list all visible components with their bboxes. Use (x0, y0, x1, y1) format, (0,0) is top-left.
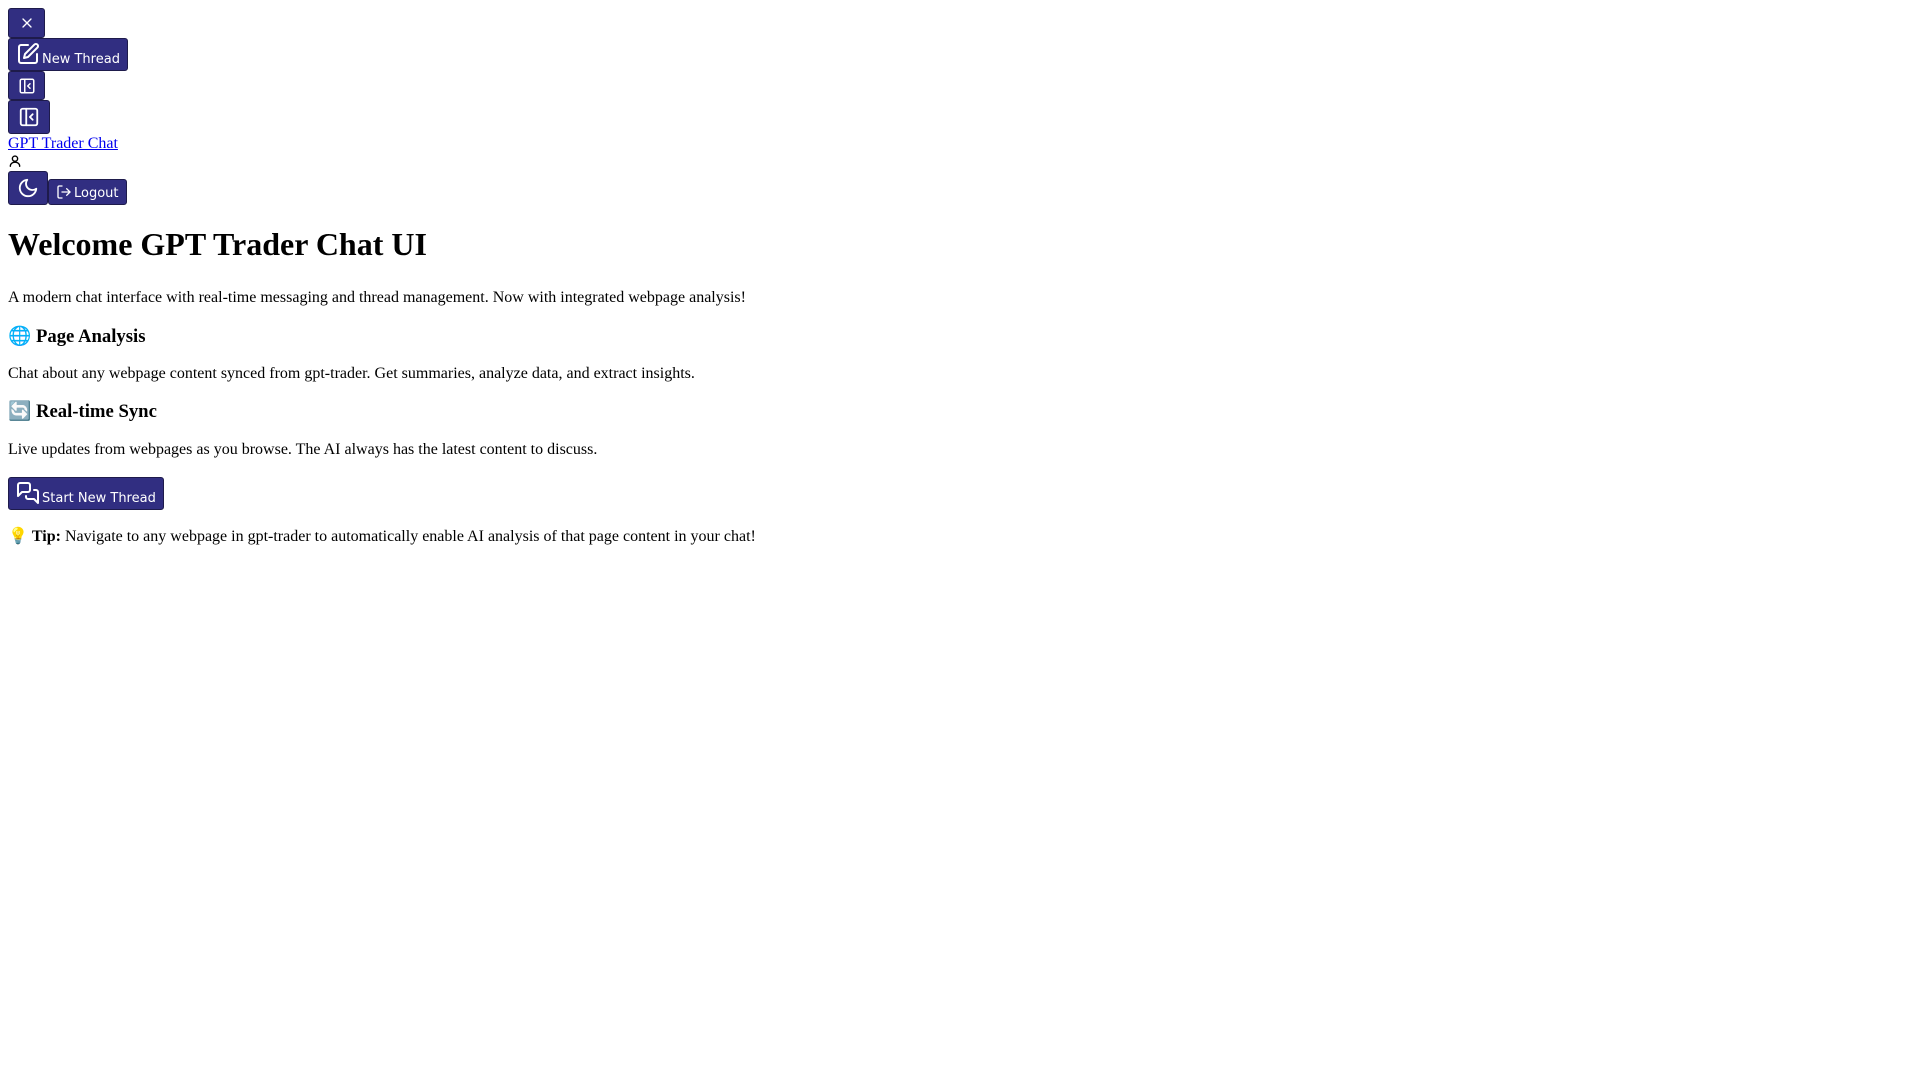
logout-icon (57, 185, 71, 200)
feature-description-page-analysis: Chat about any webpage content synced fr… (8, 365, 695, 383)
globe-icon: 🌐 (8, 325, 32, 347)
tip-body: Navigate to any webpage in gpt-trader to… (64, 528, 756, 546)
new-thread-button[interactable]: New Thread (8, 38, 128, 71)
tip-label: Tip: (31, 528, 61, 546)
theme-toggle-button[interactable] (8, 171, 48, 206)
pencil-square-icon (18, 43, 39, 64)
start-new-thread-button[interactable]: Start New Thread (8, 477, 164, 511)
logout-label: Logout (74, 186, 119, 202)
close-icon (21, 18, 32, 28)
brand-link[interactable]: GPT Trader Chat (8, 135, 118, 153)
start-new-thread-label: Start New Thread (42, 491, 156, 507)
lightbulb-icon: 💡 (8, 526, 28, 546)
logout-button[interactable]: Logout (48, 179, 127, 206)
sidebar: New Thread (8, 8, 1912, 100)
collapse-sidebar-button[interactable] (8, 71, 45, 100)
welcome-panel: Welcome GPT Trader Chat UI A modern chat… (8, 226, 1912, 546)
header: GPT Trader Chat Logout (8, 100, 1912, 206)
new-thread-label: New Thread (42, 52, 120, 67)
welcome-subtitle: A modern chat interface with real-time m… (8, 289, 746, 307)
close-sidebar-button[interactable] (8, 8, 45, 38)
feature-heading-page-analysis: 🌐 Page Analysis (8, 326, 1912, 348)
tip-text: 💡 Tip: Navigate to any webpage in gpt-tr… (8, 527, 1912, 546)
moon-icon (18, 179, 38, 198)
feature-title: Real-time Sync (35, 401, 157, 423)
welcome-title: Welcome GPT Trader Chat UI (8, 226, 427, 263)
toggle-sidebar-button[interactable] (8, 100, 50, 134)
user-icon (9, 155, 21, 168)
chat-bubbles-icon (17, 482, 39, 505)
feature-title: Page Analysis (35, 325, 146, 347)
feature-heading-realtime-sync: 🔄 Real-time Sync (8, 401, 1912, 423)
feature-description-realtime-sync: Live updates from webpages as you browse… (8, 440, 598, 458)
panel-left-close-icon (19, 78, 34, 93)
sync-icon: 🔄 (8, 401, 32, 423)
panel-left-close-icon (19, 107, 39, 127)
